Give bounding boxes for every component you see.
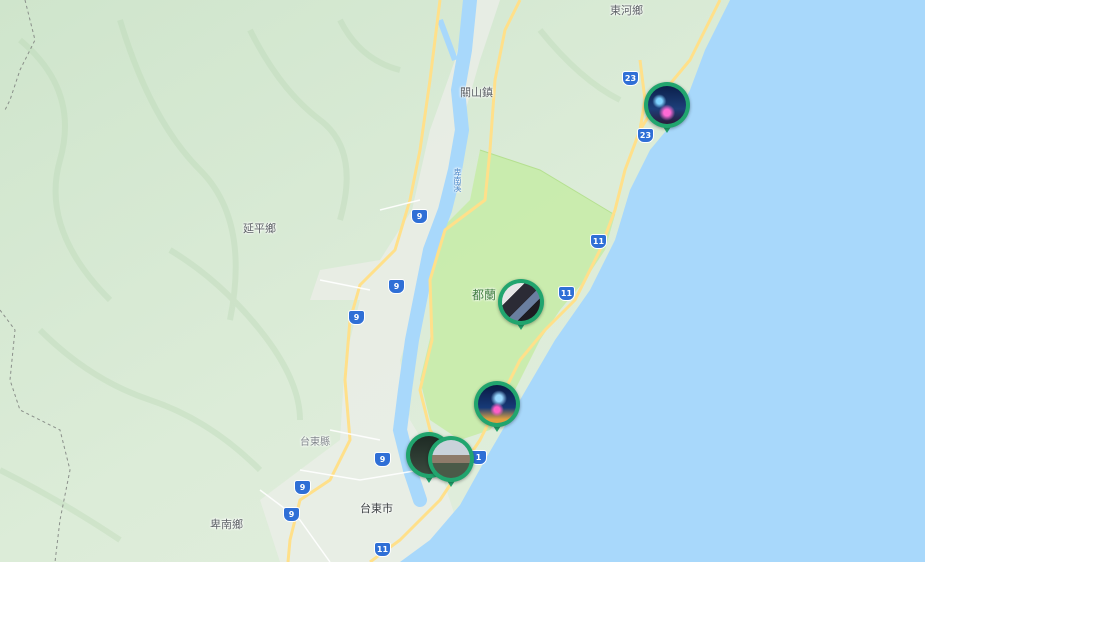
crowd-photo	[502, 283, 540, 321]
highway-shield: 9	[348, 310, 365, 325]
highway-shield: 9	[294, 480, 311, 495]
place-label-dulan: 都蘭	[472, 288, 497, 302]
place-label-yanping: 延平鄉	[243, 222, 276, 235]
highway-shield: 23	[622, 71, 639, 86]
highway-shield: 9	[283, 507, 300, 522]
map-marker-concert-night[interactable]	[644, 82, 690, 134]
highway-shield: 9	[374, 452, 391, 467]
map-marker-festival-crowd[interactable]	[498, 279, 544, 331]
outdoor-stage-photo	[432, 440, 470, 478]
place-label-donghe: 東河鄉	[610, 4, 643, 17]
highway-shield: 9	[388, 279, 405, 294]
night-stage-photo	[478, 385, 516, 423]
highway-shield: 9	[411, 209, 428, 224]
highway-shield: 11	[590, 234, 607, 249]
river-label: 卑南溪	[453, 168, 462, 192]
highway-shield: 11	[374, 542, 391, 557]
map-view[interactable]: 東河鄉 關山鎮 延平鄉 都蘭 台東縣 台東市 卑南鄉 卑南溪 23 23 9 9…	[0, 0, 925, 562]
place-label-guanshan: 關山鎮	[460, 86, 493, 99]
highway-shield: 11	[558, 286, 575, 301]
map-marker-stage-cluster[interactable]	[428, 436, 474, 488]
map-marker-light-show[interactable]	[474, 381, 520, 433]
night-stage-photo	[648, 86, 686, 124]
place-label-taitung-city: 台東市	[360, 502, 393, 515]
place-label-beinan: 卑南鄉	[210, 518, 243, 531]
place-label-taitung-county: 台東縣	[300, 437, 330, 448]
